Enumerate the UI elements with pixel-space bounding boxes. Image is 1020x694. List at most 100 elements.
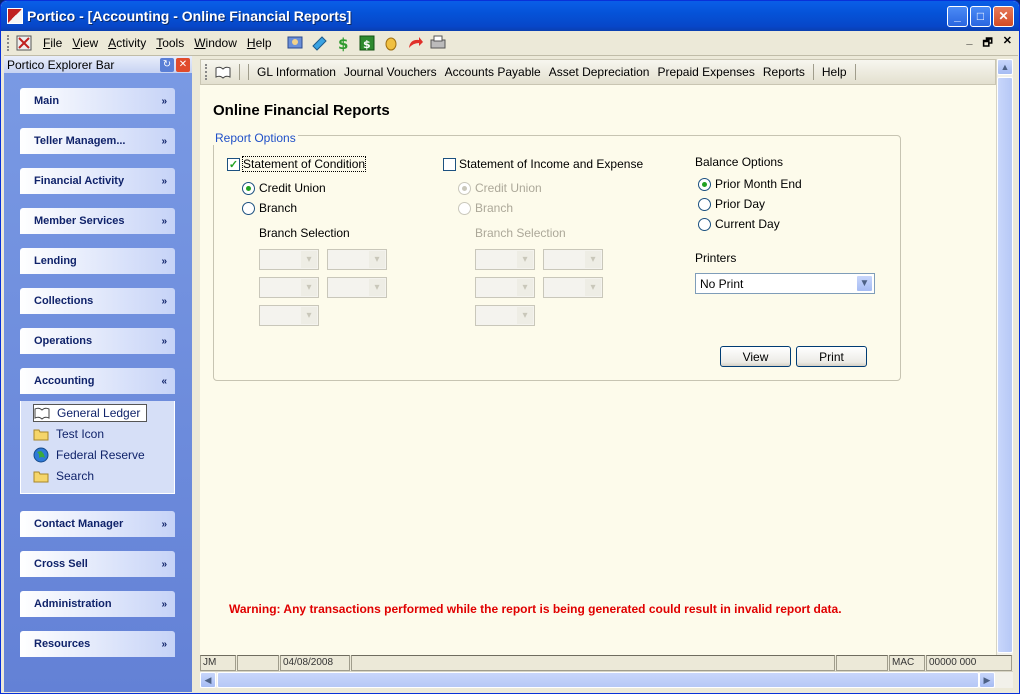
condition-branch-radio[interactable]: Branch (242, 201, 297, 215)
nav-federal-reserve[interactable]: Federal Reserve (33, 446, 145, 464)
chevron-down-icon: » (161, 598, 167, 610)
status-user: JM (200, 655, 236, 671)
book-icon[interactable] (215, 64, 231, 80)
maximize-button[interactable]: □ (970, 5, 991, 27)
nav-gl-information[interactable]: GL Information (253, 65, 340, 79)
group-administration[interactable]: Administration » (20, 591, 175, 617)
print-button[interactable]: Print (796, 346, 867, 367)
statement-of-condition-checkbox[interactable]: ✓ Statement of Condition (227, 156, 367, 172)
income-branch-selection-label: Branch Selection (475, 226, 566, 240)
prior-month-end-radio[interactable]: Prior Month End (698, 177, 802, 191)
group-operations[interactable]: Operations » (20, 328, 175, 354)
group-cross-sell[interactable]: Cross Sell » (20, 551, 175, 577)
explorer-bar: Portico Explorer Bar ↻ ✕ Main » Teller Ma… (4, 56, 192, 692)
condition-branch-combo-3 (259, 277, 319, 298)
nav-reports[interactable]: Reports (759, 65, 809, 79)
nav-search[interactable]: Search (33, 467, 94, 485)
group-resources[interactable]: Resources » (20, 631, 175, 657)
nav-journal-vouchers[interactable]: Journal Vouchers (340, 65, 441, 79)
users-icon[interactable] (285, 33, 305, 53)
current-day-radio[interactable]: Current Day (698, 217, 780, 231)
group-label: Teller Managem... (34, 135, 126, 147)
chevron-down-icon[interactable]: ▼ (856, 275, 873, 292)
radio-label: Current Day (715, 217, 780, 231)
group-label: Administration (34, 598, 112, 610)
nav-general-ledger[interactable]: General Ledger (33, 404, 148, 422)
chevron-down-icon: » (161, 295, 167, 307)
mdi-restore-button[interactable]: 🗗 (982, 34, 992, 53)
group-collections[interactable]: Collections » (20, 288, 175, 314)
group-label: Lending (34, 255, 77, 267)
close-button[interactable]: ✕ (993, 5, 1014, 27)
group-teller-management[interactable]: Teller Managem... » (20, 128, 175, 154)
money-bag-icon[interactable]: $ (333, 33, 353, 53)
toolbar-grip[interactable] (7, 35, 10, 51)
portico-menu-icon[interactable] (14, 33, 34, 53)
card-icon[interactable] (309, 33, 329, 53)
group-label: Cross Sell (34, 558, 88, 570)
vertical-scrollbar[interactable]: ▲ (996, 59, 1013, 671)
horizontal-scroll-thumb[interactable] (217, 672, 979, 688)
book-icon (34, 405, 50, 421)
group-contact-manager[interactable]: Contact Manager » (20, 511, 175, 537)
statement-of-income-checkbox[interactable]: Statement of Income and Expense (443, 157, 643, 171)
printers-select[interactable]: No Print ▼ (695, 273, 875, 294)
nav-help[interactable]: Help (818, 65, 851, 79)
menu-tools[interactable]: Tools (151, 36, 189, 50)
title-bar[interactable]: Portico - [Accounting - Online Financial… (1, 1, 1019, 31)
scroll-up-button[interactable]: ▲ (997, 59, 1013, 75)
cash-icon[interactable]: $ (357, 33, 377, 53)
folder-icon (33, 468, 49, 484)
menu-help[interactable]: Help (242, 36, 277, 50)
menu-window[interactable]: Window (189, 36, 242, 50)
globe-icon (33, 447, 49, 463)
toolbar-grip[interactable] (205, 64, 208, 80)
radio-label: Prior Month End (715, 177, 802, 191)
portico-app-icon[interactable] (7, 8, 23, 24)
accounting-group-body: General Ledger Test Icon Federal Reserve… (20, 401, 175, 494)
hand-icon[interactable] (381, 33, 401, 53)
horizontal-scrollbar[interactable]: ◀ ▶ (200, 671, 1013, 688)
explorer-close-button[interactable]: ✕ (176, 57, 190, 72)
vertical-scroll-thumb[interactable] (997, 77, 1013, 653)
report-panel: Online Financial Reports Report Options … (200, 85, 996, 655)
chevron-down-icon: » (161, 175, 167, 187)
group-label: Collections (34, 295, 94, 307)
nav-accounts-payable[interactable]: Accounts Payable (441, 65, 545, 79)
chevron-down-icon: » (161, 335, 167, 347)
status-workstation: MAC (889, 655, 925, 671)
menu-view[interactable]: View (67, 36, 103, 50)
printers-selected-value: No Print (700, 276, 744, 291)
nav-label: Test Icon (56, 427, 105, 441)
mdi-controls: _ 🗗 ✕ (966, 34, 1018, 53)
view-button[interactable]: View (720, 346, 791, 367)
condition-branch-combo-4 (327, 277, 387, 298)
printer-icon[interactable] (429, 33, 449, 53)
mdi-close-button[interactable]: ✕ (1003, 34, 1012, 53)
prior-day-radio[interactable]: Prior Day (698, 197, 765, 211)
mdi-minimize-button[interactable]: _ (966, 34, 972, 53)
group-label: Main (34, 95, 60, 107)
menu-file[interactable]: File (38, 36, 67, 50)
nav-test-icon[interactable]: Test Icon (33, 425, 104, 443)
group-accounting[interactable]: Accounting « (20, 368, 175, 394)
svg-text:$: $ (338, 35, 348, 52)
group-financial-activity[interactable]: Financial Activity » (20, 168, 175, 194)
checkbox-label: Statement of Condition (241, 156, 367, 172)
scroll-right-button[interactable]: ▶ (979, 672, 995, 688)
accounting-toolbar: GL Information Journal Vouchers Accounts… (200, 59, 996, 85)
chevron-down-icon: » (161, 518, 167, 530)
condition-credit-union-radio[interactable]: Credit Union (242, 181, 326, 195)
condition-branch-combo-1 (259, 249, 319, 270)
group-main[interactable]: Main » (20, 88, 175, 114)
redo-arrow-icon[interactable] (405, 33, 425, 53)
nav-asset-depreciation[interactable]: Asset Depreciation (545, 65, 654, 79)
explorer-pin-button[interactable]: ↻ (160, 57, 174, 72)
menu-activity[interactable]: Activity (103, 36, 151, 50)
minimize-button[interactable]: _ (947, 5, 968, 27)
group-member-services[interactable]: Member Services » (20, 208, 175, 234)
nav-prepaid-expenses[interactable]: Prepaid Expenses (653, 65, 758, 79)
scroll-left-button[interactable]: ◀ (200, 672, 216, 688)
group-lending[interactable]: Lending » (20, 248, 175, 274)
explorer-title: Portico Explorer Bar (7, 57, 115, 72)
